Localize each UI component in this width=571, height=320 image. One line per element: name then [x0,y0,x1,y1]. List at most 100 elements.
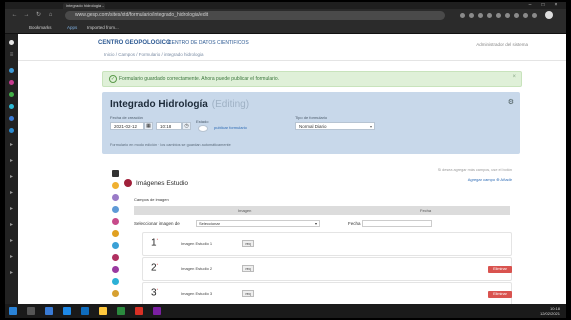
breadcrumb[interactable]: Inicio / Campos / Formulario / integrado… [104,52,204,57]
extension-icon[interactable] [487,13,492,18]
sidebar-app-icon[interactable] [9,116,14,121]
toolbox-field-icon[interactable] [112,278,119,285]
sidebar-tool-icon[interactable]: ▸ [8,238,15,245]
sidebar-app-icon[interactable] [9,92,14,97]
section-label: Campos de imagen [134,197,169,202]
reload-icon[interactable]: ↻ [35,12,42,19]
site-logo[interactable]: CENTRO GEOPOLOGICO [98,40,171,46]
extension-icon[interactable] [523,13,528,18]
sidebar-app-icon[interactable] [9,68,14,73]
image-source-select[interactable]: Seleccionar ▾ [196,220,320,227]
taskbar-app-icon[interactable] [81,307,89,315]
home-icon[interactable]: ⌂ [47,12,54,19]
toolbox-field-icon[interactable] [112,242,119,249]
toolbox-field-icon[interactable] [112,206,119,213]
success-alert: ✓ Formulario guardado correctamente. Aho… [102,71,522,87]
url-text: www.gesp.com/sites/xtd/formulario/integr… [75,12,209,18]
sidebar-app-icon[interactable] [9,128,14,133]
toolbox-field-icon[interactable] [112,254,119,261]
forward-icon[interactable]: → [23,12,30,19]
extension-icon[interactable] [514,13,519,18]
publish-label: Estado [196,119,209,124]
toolbox-field-icon[interactable] [112,194,119,201]
chevron-down-icon: ▾ [369,124,372,129]
delete-field-button[interactable]: Eliminar [488,266,512,273]
extension-icon[interactable] [505,13,510,18]
sidebar-tool-icon[interactable]: ▸ [8,190,15,197]
extension-icon[interactable] [478,13,483,18]
minimize-icon[interactable]: – [525,2,535,9]
filter-label: Fecha [348,221,361,226]
clock-icon[interactable]: ◷ [182,122,191,130]
user-menu[interactable]: Administrador del sistema [476,42,528,47]
sidebar-tool-icon[interactable]: ▸ [8,222,15,229]
sidebar-tool-icon[interactable]: ▸ [8,206,15,213]
publish-link[interactable]: publicar formulario [214,125,247,130]
field-row[interactable]: 1* Imagen Estudio 1 req [142,232,512,256]
required-button[interactable]: req [242,265,254,272]
maximize-icon[interactable]: □ [538,2,548,9]
screen-frame: integrado hidrologia — Editing – □ × ← →… [5,2,566,318]
sidebar-tool-icon[interactable]: ▸ [8,254,15,261]
taskbar-app-icon[interactable] [45,307,53,315]
site-logo-subtitle[interactable]: CENTRO DE DATOS CIENTIFICOS [168,40,249,46]
sidebar-tool-icon[interactable]: ▸ [8,174,15,181]
sidebar-tool-icon[interactable]: ▸ [8,158,15,165]
toolbox-field-icon[interactable] [112,182,119,189]
address-bar: ← → ↻ ⌂ www.gesp.com/sites/xtd/formulari… [5,9,566,22]
date-filter-input[interactable] [362,220,432,227]
toolbox-field-icon[interactable] [112,290,119,297]
close-window-icon[interactable]: × [551,2,561,9]
search-icon[interactable] [27,307,35,315]
extension-icon[interactable] [532,13,537,18]
settings-icon[interactable]: ⚙ [508,98,514,106]
sidebar-app-icon[interactable] [9,40,14,45]
editing-state: (Editing) [211,99,250,110]
form-type-select[interactable]: Normal Diario ▾ [295,122,375,130]
start-icon[interactable] [9,307,17,315]
delete-field-button[interactable]: Eliminar [488,291,512,298]
toolbox-text-icon[interactable] [112,170,119,177]
clock-date: 12/02/2021 [539,311,560,316]
check-icon: ✓ [109,75,117,83]
publish-toggle[interactable] [198,125,208,132]
extension-icon[interactable] [469,13,474,18]
required-button[interactable]: req [242,240,254,247]
field-label: Imagen Estudio 1 [181,241,213,246]
form-editor-panel: Integrado Hidrología (Editing) ⚙ Fecha de… [102,92,520,154]
taskbar-app-icon[interactable] [135,307,143,315]
folder-icon[interactable] [99,307,107,315]
calendar-icon[interactable]: ▦ [144,122,153,130]
sidebar-tool-icon[interactable]: ▸ [8,142,15,149]
close-alert-icon[interactable]: × [512,74,516,80]
extension-icon[interactable] [460,13,465,18]
bookmark-item[interactable]: Imported from... [87,25,119,30]
taskbar-app-icon[interactable] [153,307,161,315]
taskbar-app-icon[interactable] [63,307,71,315]
taskbar-app-icon[interactable] [117,307,125,315]
sidebar-menu-icon[interactable]: ≡ [8,52,15,59]
toolbox-field-icon[interactable] [112,218,119,225]
profile-avatar[interactable] [545,11,553,19]
field-row[interactable]: 3* Imagen Estudio 3 req Eliminar [142,282,512,304]
time-input[interactable]: 10:18 [156,122,182,130]
form-builder: Imágenes Estudio Si desea agregar más ca… [124,166,520,304]
toolbox-field-icon[interactable] [112,230,119,237]
extension-icon[interactable] [496,13,501,18]
bookmark-item[interactable]: Apps [67,25,77,30]
sidebar-tool-icon[interactable]: ▸ [8,270,15,277]
grid-column-header: Imagen [238,208,252,213]
add-field-link[interactable]: Agregar campo ⊕ Añadir [468,177,512,182]
sidebar-app-icon[interactable] [9,104,14,109]
toolbox-field-icon[interactable] [112,266,119,273]
field-row[interactable]: 2* Imagen Estudio 2 req Eliminar [142,257,512,281]
form-title: Integrado Hidrología [110,99,208,110]
date-input[interactable]: 2021-02-12 [110,122,144,130]
system-clock[interactable]: 10:18 12/02/2021 [540,306,560,316]
field-toolbox [110,166,122,304]
back-icon[interactable]: ← [11,12,18,19]
url-input[interactable]: www.gesp.com/sites/xtd/formulario/integr… [65,11,445,20]
required-button[interactable]: req [242,290,254,297]
sidebar-app-icon[interactable] [9,80,14,85]
bookmark-item[interactable]: Bookmarks [29,25,52,30]
